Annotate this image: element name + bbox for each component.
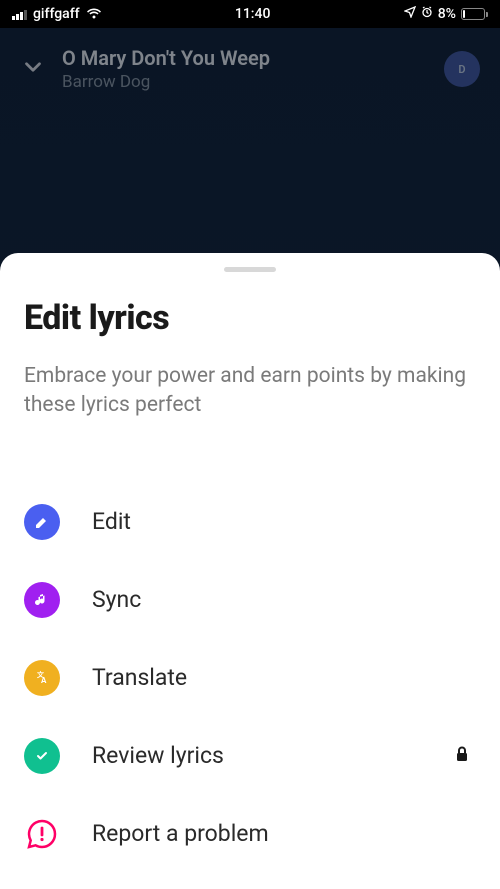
option-review[interactable]: Review lyrics [24, 717, 476, 795]
option-label: Sync [92, 586, 476, 613]
sheet-subtitle: Embrace your power and earn points by ma… [24, 362, 476, 421]
status-right: 8% [404, 6, 488, 22]
song-title: O Mary Don't You Weep [62, 46, 428, 70]
avatar-letter: D [458, 63, 465, 76]
sheet-grabber[interactable] [224, 267, 276, 272]
wifi-icon [86, 8, 102, 20]
song-artist: Barrow Dog [62, 72, 428, 92]
status-left: giffgaff [12, 6, 102, 22]
option-label: Report a problem [92, 820, 476, 847]
option-translate[interactable]: 文A Translate [24, 639, 476, 717]
alert-bubble-icon [24, 816, 60, 852]
music-note-icon [24, 582, 60, 618]
translate-icon: 文A [24, 660, 60, 696]
bottom-sheet: Edit lyrics Embrace your power and earn … [0, 253, 500, 889]
option-report[interactable]: Report a problem [24, 795, 476, 873]
pencil-icon [24, 504, 60, 540]
check-badge-icon [24, 738, 60, 774]
option-edit[interactable]: Edit [24, 483, 476, 561]
avatar[interactable]: D [444, 51, 480, 87]
battery-icon [461, 8, 488, 20]
option-label: Review lyrics [92, 742, 422, 769]
battery-percent: 8% [438, 6, 456, 22]
alarm-icon [421, 6, 433, 22]
option-label: Edit [92, 508, 476, 535]
player-header: O Mary Don't You Weep Barrow Dog D [0, 28, 500, 102]
status-bar: giffgaff 11:40 8% [0, 0, 500, 28]
status-time: 11:40 [235, 6, 271, 22]
lock-icon [454, 745, 470, 767]
carrier-label: giffgaff [33, 6, 80, 22]
chevron-down-icon[interactable] [20, 54, 46, 84]
options-list: Edit Sync 文A Translate Review lyrics [24, 483, 476, 873]
svg-text:A: A [41, 676, 47, 685]
signal-icon [12, 8, 27, 20]
option-label: Translate [92, 664, 476, 691]
song-info: O Mary Don't You Weep Barrow Dog [62, 46, 428, 92]
sheet-title: Edit lyrics [24, 298, 476, 338]
location-icon [404, 6, 416, 22]
option-sync[interactable]: Sync [24, 561, 476, 639]
